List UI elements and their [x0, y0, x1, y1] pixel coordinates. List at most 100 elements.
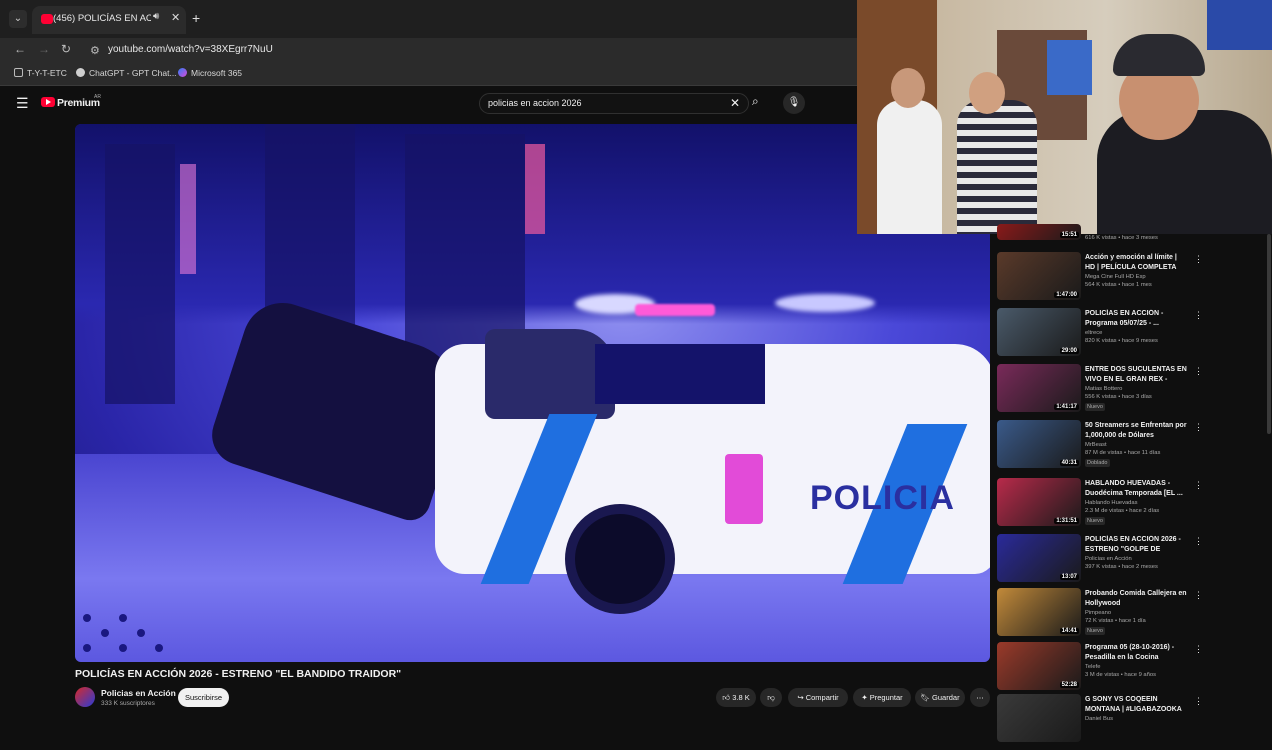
save-button[interactable]: 🔖︎ Guardar	[915, 688, 965, 707]
video-neon-sign	[180, 164, 196, 274]
close-tab-icon[interactable]: ✕	[171, 11, 180, 24]
menu-icon[interactable]: ☰	[16, 95, 29, 112]
mic-icon[interactable]: 🎙︎	[783, 92, 805, 114]
scrollbar[interactable]	[1267, 234, 1271, 434]
forward-arrow-icon[interactable]: →	[38, 42, 50, 56]
recommendation-thumbnail[interactable]: 29:00	[997, 308, 1081, 356]
tab-title: (456) POLICÍAS EN ACCIÓN	[53, 13, 151, 24]
recommendation-item[interactable]: 29:00 POLICÍAS EN ACCIÓN - Programa 05/0…	[997, 308, 1267, 364]
channel-avatar[interactable]	[75, 687, 95, 707]
recommendation-thumbnail[interactable]	[997, 694, 1081, 742]
recommendation-item[interactable]: 40:31 50 Streamers se Enfrentan por 1,00…	[997, 420, 1267, 476]
recommendation-badge: Nuevo	[1085, 517, 1105, 525]
recommendation-item[interactable]: 52:28 Programa 05 (28-10-2016) - Pesadil…	[997, 642, 1267, 698]
recommendation-channel[interactable]: MrBeast	[1085, 442, 1107, 448]
video-dot-pattern	[83, 644, 91, 652]
recommendation-channel[interactable]: Policias en Acción	[1085, 556, 1132, 562]
recommendation-channel[interactable]: Pimpeano	[1085, 610, 1111, 616]
video-dot-pattern	[155, 644, 163, 652]
recommendation-channel[interactable]: Hablando Huevadas	[1085, 500, 1138, 506]
speaker-icon[interactable]: 🔊︎	[153, 11, 159, 22]
youtube-favicon-icon	[41, 14, 53, 24]
new-tab-icon[interactable]: +	[192, 10, 200, 26]
recommendations-sidebar: 15:51 616 K vistas • hace 3 meses 1:47:0…	[990, 224, 1272, 742]
bookmark-folder[interactable]: T-Y-T-ETC	[14, 68, 67, 78]
more-options-icon[interactable]: ⋮	[1194, 366, 1203, 377]
share-button[interactable]: ↪ Compartir	[788, 688, 848, 707]
subscribe-button[interactable]: Suscribirse	[178, 688, 229, 707]
chatgpt-icon	[76, 68, 85, 77]
recommendation-title[interactable]: POLICÍAS EN ACCIÓN - Programa 05/07/25 -…	[1085, 309, 1187, 328]
recommendation-channel[interactable]: Daniel Bus	[1085, 716, 1113, 722]
more-options-icon[interactable]: ⋮	[1194, 422, 1203, 433]
recommendation-title[interactable]: G SONY VS COQEEIN MONTANA | #LIGABAZOOKA…	[1085, 695, 1187, 715]
site-info-icon[interactable]: ⚙︎	[90, 44, 100, 57]
webcam-person-left	[877, 100, 942, 234]
recommendation-duration: 14:41	[1059, 628, 1079, 634]
recommendation-thumbnail[interactable]: 1:47:00	[997, 252, 1081, 300]
video-neon-sign	[525, 144, 545, 234]
recommendation-title[interactable]: Programa 05 (28-10-2016) - Pesadilla en …	[1085, 643, 1187, 662]
more-options-icon[interactable]: ⋮	[1194, 480, 1203, 491]
recommendation-item[interactable]: 14:41 Probando Comida Callejera en Holly…	[997, 588, 1267, 644]
recommendation-duration: 29:00	[1059, 348, 1079, 354]
recommendation-thumbnail[interactable]: 1:41:17	[997, 364, 1081, 412]
video-player[interactable]: POLICIA	[75, 124, 990, 662]
recommendation-title[interactable]: ENTRE DOS SUCULENTAS EN VIVO EN EL GRAN …	[1085, 365, 1187, 385]
search-icon[interactable]: ⌕	[752, 94, 759, 109]
recommendation-thumbnail[interactable]: 15:51	[997, 224, 1081, 240]
back-arrow-icon[interactable]: ←	[14, 42, 26, 56]
recommendation-title[interactable]: HABLANDO HUEVADAS - Duodécima Temporada …	[1085, 479, 1187, 498]
recommendation-item[interactable]: G SONY VS COQEEIN MONTANA | #LIGABAZOOKA…	[997, 694, 1267, 750]
search-input[interactable]: policias en accion 2026 ✕	[479, 93, 749, 114]
more-options-icon[interactable]: ⋮	[1194, 254, 1203, 265]
recommendation-item[interactable]: 1:31:51 HABLANDO HUEVADAS - Duodécima Te…	[997, 478, 1267, 534]
recommendation-thumbnail[interactable]: 52:28	[997, 642, 1081, 690]
recommendation-item[interactable]: 1:47:00 Acción y emoción al límite | HD …	[997, 252, 1267, 308]
clear-search-icon[interactable]: ✕	[730, 96, 740, 110]
bookmark-chatgpt[interactable]: ChatGPT - GPT Chat...	[76, 68, 177, 78]
like-button[interactable]: 👍︎ 3.8 K	[716, 688, 756, 707]
more-options-icon[interactable]: ⋮	[1194, 590, 1203, 601]
more-actions-button[interactable]: ⋯	[970, 688, 990, 707]
recommendation-title[interactable]: 50 Streamers se Enfrentan por 1,000,000 …	[1085, 421, 1187, 440]
more-options-icon[interactable]: ⋮	[1194, 644, 1203, 655]
recommendation-duration: 1:47:00	[1054, 292, 1079, 298]
video-truck-taillight	[725, 454, 763, 524]
url-input[interactable]: ⚙︎ youtube.com/watch?v=38XEgrr7NuU	[84, 40, 854, 62]
video-truck-lettering: POLICIA	[810, 479, 955, 517]
reload-icon[interactable]: ↻	[61, 42, 71, 56]
recommendation-title[interactable]: POLICÍAS EN ACCIÓN 2026 - ESTRENO "GOLPE…	[1085, 535, 1187, 555]
recommendation-duration: 13:07	[1059, 574, 1079, 580]
recommendation-channel[interactable]: Matias Bottero	[1085, 386, 1122, 392]
dislike-button[interactable]: 👎︎	[760, 688, 782, 707]
webcam-person-middle-head	[969, 72, 1005, 114]
video-siren-light	[635, 304, 715, 316]
webcam-person-middle	[957, 100, 1037, 234]
channel-name[interactable]: Policias en Acción	[101, 688, 176, 698]
browser-tab[interactable]: (456) POLICÍAS EN ACCIÓN 🔊︎ ✕	[32, 6, 186, 34]
recommendation-title[interactable]: Acción y emoción al límite | HD | PELÍCU…	[1085, 253, 1187, 273]
recommendation-duration: 52:28	[1059, 682, 1079, 688]
recommendation-item[interactable]: 1:41:17 ENTRE DOS SUCULENTAS EN VIVO EN …	[997, 364, 1267, 420]
recommendation-title[interactable]: Probando Comida Callejera en Hollywood	[1085, 589, 1187, 608]
recommendation-thumbnail[interactable]: 1:31:51	[997, 478, 1081, 526]
ask-button[interactable]: ✦ Preguntar	[853, 688, 911, 707]
more-options-icon[interactable]: ⋮	[1194, 536, 1203, 547]
more-options-icon[interactable]: ⋮	[1194, 310, 1203, 321]
youtube-header: ☰ Premium AR policias en accion 2026 ✕ ⌕…	[0, 86, 857, 122]
bookmark-microsoft365[interactable]: Microsoft 365	[178, 68, 242, 78]
video-dot-pattern	[137, 629, 145, 637]
video-dot-pattern	[119, 614, 127, 622]
recommendation-channel[interactable]: Telefe	[1085, 664, 1100, 670]
more-options-icon[interactable]: ⋮	[1194, 696, 1203, 707]
tab-search-button[interactable]: ⌄	[9, 10, 27, 28]
recommendation-item[interactable]: 13:07 POLICÍAS EN ACCIÓN 2026 - ESTRENO …	[997, 534, 1267, 590]
youtube-logo-icon[interactable]	[41, 97, 55, 107]
recommendation-channel[interactable]: eltrece	[1085, 330, 1102, 336]
recommendation-channel[interactable]: Mega Cine Full HD Esp	[1085, 274, 1146, 280]
recommendation-thumbnail[interactable]: 14:41	[997, 588, 1081, 636]
recommendation-thumbnail[interactable]: 40:31	[997, 420, 1081, 468]
recommendation-thumbnail[interactable]: 13:07	[997, 534, 1081, 582]
recommendation-duration: 15:51	[1059, 232, 1079, 238]
